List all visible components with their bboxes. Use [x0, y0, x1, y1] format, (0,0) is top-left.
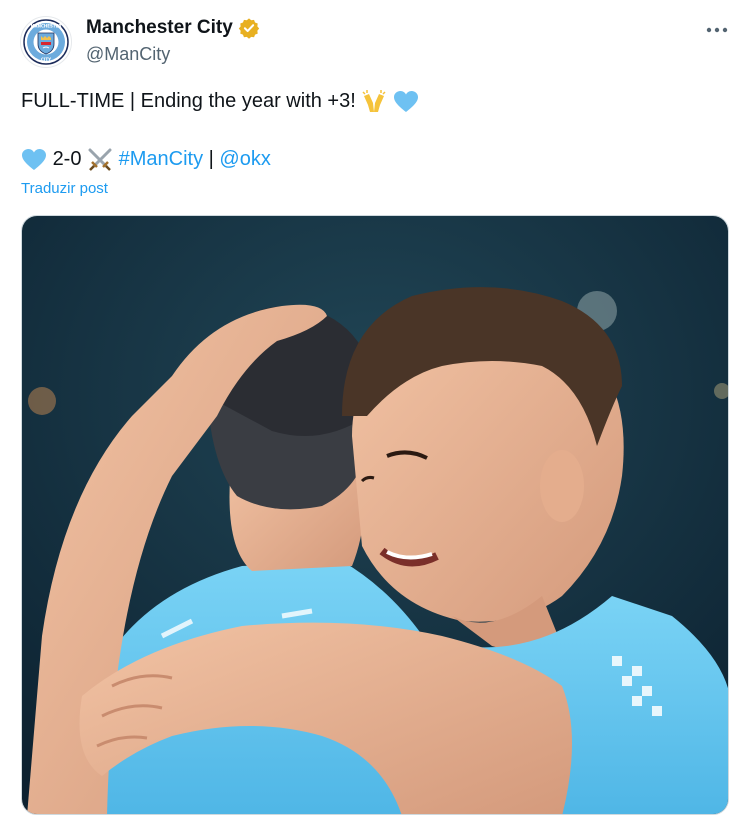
- author-display-name[interactable]: Manchester City: [86, 17, 233, 39]
- match-score: 2-0: [52, 148, 82, 170]
- text-separator: |: [208, 148, 214, 170]
- mention-okx-link[interactable]: @okx: [219, 148, 270, 170]
- translate-post-link[interactable]: Traduzir post: [21, 180, 108, 197]
- man-city-crest-icon: MANCHESTER CITY: [23, 19, 69, 65]
- author-name-row: Manchester City: [86, 17, 260, 39]
- author-avatar[interactable]: MANCHESTER CITY: [20, 16, 72, 68]
- light-blue-heart-emoji: [393, 90, 418, 112]
- crest-text-top: MANCHESTER: [31, 24, 62, 29]
- more-options-button[interactable]: [702, 18, 732, 42]
- verified-badge-icon[interactable]: [238, 17, 260, 39]
- photo-two-players-celebrating: [22, 216, 728, 814]
- tweet-text-line-1: FULL-TIME | Ending the year with +3!: [21, 88, 419, 114]
- more-options-icon: [706, 27, 728, 33]
- hashtag-mancity-link[interactable]: #ManCity: [119, 148, 203, 170]
- tweet-media-photo[interactable]: [21, 215, 729, 815]
- tweet-text: FULL-TIME | Ending the year with +3!: [21, 90, 356, 112]
- light-blue-heart-emoji-2: [22, 148, 46, 170]
- crossed-swords-emoji: [88, 148, 112, 171]
- author-handle[interactable]: @ManCity: [86, 44, 170, 65]
- tweet-text-line-2: 2-0 #ManCity | @okx: [21, 146, 271, 172]
- crest-text-bottom: CITY: [41, 57, 51, 62]
- raising-hands-emoji: [362, 89, 386, 112]
